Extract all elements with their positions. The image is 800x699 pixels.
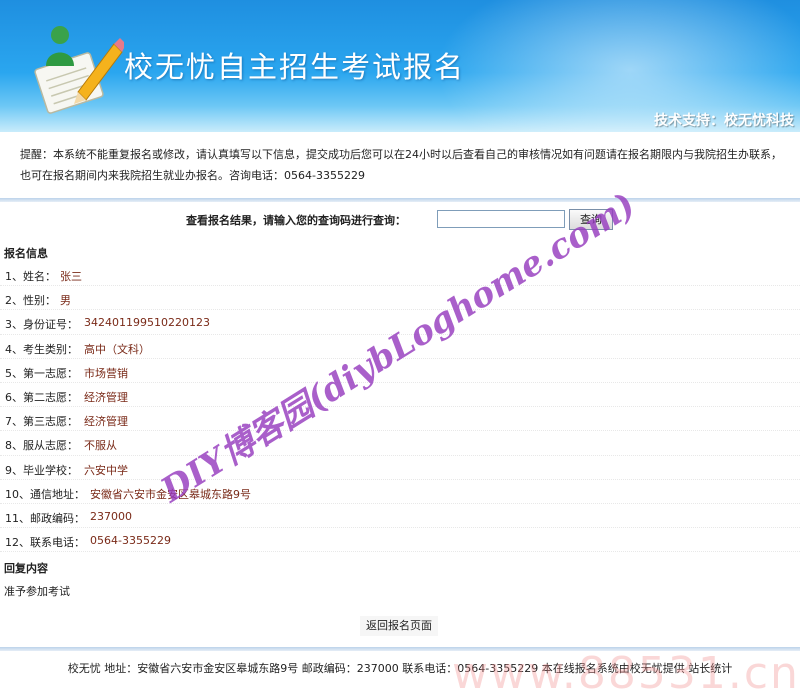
info-row-label: 5、第一志愿： xyxy=(5,366,78,380)
info-row-value: 不服从 xyxy=(84,439,117,453)
info-row-value: 237000 xyxy=(90,509,132,523)
info-row: 1、姓名： 张三 xyxy=(0,262,800,287)
reply-heading: 回复内容 xyxy=(4,562,48,575)
divider xyxy=(0,198,800,202)
query-code-input[interactable] xyxy=(437,210,565,228)
info-row-value: 经济管理 xyxy=(84,390,128,404)
info-row: 8、服从志愿： 不服从 xyxy=(0,431,800,456)
info-row-label: 12、联系电话： xyxy=(5,536,85,550)
info-row-label: 6、第二志愿： xyxy=(5,390,78,404)
info-row-value: 男 xyxy=(60,294,71,308)
info-row-value: 高中（文科） xyxy=(84,342,150,356)
notice-text: 提醒：本系统不能重复报名或修改，请认真填写以下信息，提交成功后您可以在24小时以… xyxy=(20,148,782,182)
info-row-label: 7、第三志愿： xyxy=(5,415,78,429)
page-title: 校无忧自主招生考试报名 xyxy=(124,50,466,84)
info-row-label: 11、邮政编码： xyxy=(5,511,85,525)
query-button[interactable]: 查询 xyxy=(569,209,613,230)
info-row: 3、身份证号： 342401199510220123 xyxy=(0,310,800,335)
info-row: 2、性别： 男 xyxy=(0,286,800,311)
query-bar: 查看报名结果，请输入您的查询码进行查询： 查询 xyxy=(0,207,800,231)
info-row: 7、第三志愿： 经济管理 xyxy=(0,407,800,432)
header-banner: 校无忧自主招生考试报名 技术支持：校无忧科技 xyxy=(0,0,800,132)
info-row: 11、邮政编码： 237000 xyxy=(0,504,800,529)
info-row-value: 安徽省六安市金安区皋城东路9号 xyxy=(90,487,251,501)
info-heading: 报名信息 xyxy=(4,247,48,260)
info-row: 5、第一志愿： 市场营销 xyxy=(0,359,800,383)
info-row-label: 1、姓名： xyxy=(5,270,56,283)
pencil-document-logo-icon xyxy=(34,26,124,114)
reply-text: 准予参加考试 xyxy=(4,585,70,598)
info-row-label: 2、性别： xyxy=(5,294,56,308)
info-row-value: 六安中学 xyxy=(84,463,128,477)
info-list: 1、姓名： 张三 2、性别： 男 3、身份证号： 342401199510220123 4、… xyxy=(0,262,800,553)
info-row-label: 4、考生类别： xyxy=(5,342,78,356)
info-row-value: 经济管理 xyxy=(84,415,128,429)
info-row-value: 342401199510220123 xyxy=(84,316,210,330)
info-row: 12、联系电话： 0564-3355229 xyxy=(0,528,800,553)
info-row-label: 8、服从志愿： xyxy=(5,439,78,453)
info-row-value: 张三 xyxy=(60,270,82,283)
info-row-value: 市场营销 xyxy=(84,366,128,380)
info-row-label: 9、毕业学校： xyxy=(5,463,78,477)
info-row: 4、考生类别： 高中（文科） xyxy=(0,335,800,359)
footer-divider xyxy=(0,647,800,651)
info-row-value: 0564-3355229 xyxy=(90,534,171,548)
info-row-label: 10、通信地址： xyxy=(5,487,85,501)
info-row-label: 3、身份证号： xyxy=(5,318,78,332)
info-row: 10、通信地址： 安徽省六安市金安区皋城东路9号 xyxy=(0,480,800,504)
tech-support-label: 技术支持：校无忧科技 xyxy=(654,113,794,129)
info-row: 6、第二志愿： 经济管理 xyxy=(0,383,800,408)
back-to-registration-button[interactable]: 返回报名页面 xyxy=(360,616,438,636)
query-label: 查看报名结果，请输入您的查询码进行查询： xyxy=(186,214,406,227)
footer-info: 校无忧 地址：安徽省六安市金安区皋城东路9号 邮政编码：237000 联系电话：… xyxy=(67,662,733,675)
info-row: 9、毕业学校： 六安中学 xyxy=(0,456,800,480)
